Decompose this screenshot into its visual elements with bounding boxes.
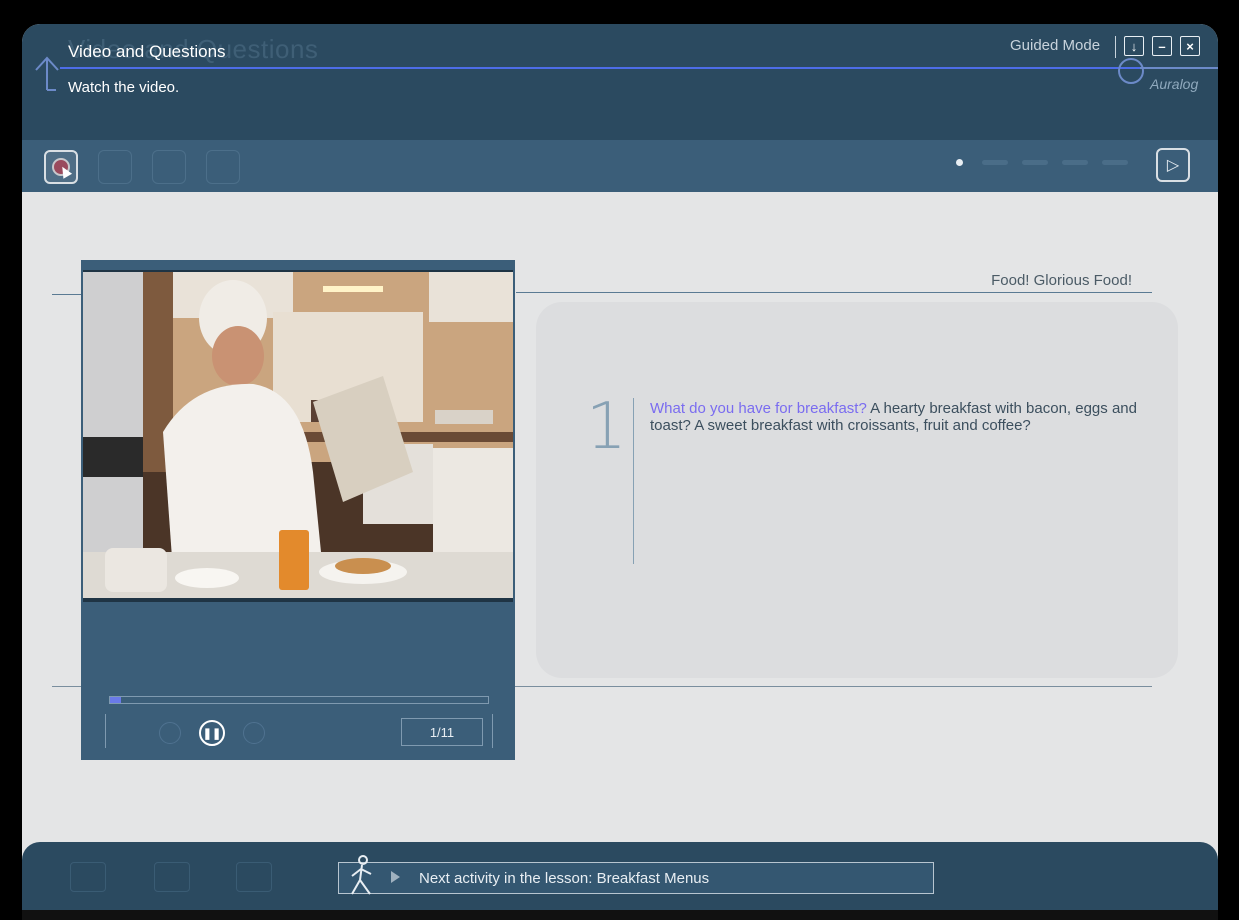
divider	[633, 398, 634, 564]
video-frame[interactable]	[83, 270, 513, 602]
footer: Next activity in the lesson: Breakfast M…	[22, 842, 1218, 920]
video-still-image	[83, 272, 513, 598]
step-indicator	[1022, 160, 1048, 165]
rewind-button[interactable]	[159, 722, 181, 744]
walking-person-icon	[351, 855, 372, 895]
download-icon: ↓	[1130, 38, 1138, 54]
brand-ring-icon	[1118, 58, 1144, 84]
page-title: Video and Questions	[68, 42, 226, 61]
minimize-icon: –	[1158, 38, 1166, 54]
video-progress-fill	[110, 697, 122, 703]
app-window: Video and Questions Video and Questions …	[22, 24, 1218, 920]
next-button[interactable]: ▷	[1156, 148, 1190, 182]
pause-button[interactable]: ❚❚	[199, 720, 225, 746]
brand-logo: Auralog	[1150, 76, 1199, 92]
question-highlight[interactable]: What do you have for breakfast?	[650, 400, 867, 417]
download-button[interactable]: ↓	[1124, 36, 1144, 56]
pause-icon: ❚❚	[202, 727, 222, 740]
toolbar	[22, 140, 1218, 192]
step-indicator	[1102, 160, 1128, 165]
next-activity-button[interactable]: Next activity in the lesson: Breakfast M…	[338, 862, 934, 894]
step-indicator	[1062, 160, 1088, 165]
page-subtitle: Watch the video.	[68, 79, 180, 96]
footer-edge	[22, 910, 1218, 920]
tool-button-2[interactable]	[98, 150, 132, 184]
question-text: What do you have for breakfast? A hearty…	[650, 400, 1170, 434]
video-controls: ❚❚ 1/11	[109, 714, 493, 750]
forward-button[interactable]	[243, 722, 265, 744]
question-card: 1 What do you have for breakfast? A hear…	[536, 302, 1178, 678]
tool-button-3[interactable]	[152, 150, 186, 184]
header-rule	[60, 67, 1140, 69]
up-arrow-logo-icon	[35, 56, 59, 91]
header: Video and Questions Video and Questions …	[22, 24, 1218, 140]
step-indicator	[982, 160, 1008, 165]
footer-settings-button[interactable]	[154, 862, 190, 892]
clip-counter: 1/11	[401, 718, 483, 746]
topic-title: Food! Glorious Food!	[991, 272, 1132, 289]
record-button[interactable]	[44, 150, 78, 184]
minimize-button[interactable]: –	[1152, 36, 1172, 56]
guided-mode-label[interactable]: Guided Mode	[1010, 37, 1100, 54]
footer-home-button[interactable]	[70, 862, 106, 892]
next-activity-label: Next activity in the lesson: Breakfast M…	[419, 870, 710, 887]
play-icon	[391, 871, 400, 883]
next-icon: ▷	[1166, 157, 1180, 174]
video-progress-bar[interactable]	[109, 696, 489, 704]
close-button[interactable]: ×	[1180, 36, 1200, 56]
question-number: 1	[586, 390, 627, 464]
footer-tool-button[interactable]	[236, 862, 272, 892]
step-indicator-current	[956, 159, 963, 166]
tool-button-4[interactable]	[206, 150, 240, 184]
divider	[516, 292, 1152, 293]
divider	[1115, 36, 1116, 58]
close-icon: ×	[1186, 38, 1194, 54]
video-player: ❚❚ 1/11	[81, 260, 515, 760]
header-rule-end	[1140, 67, 1218, 69]
